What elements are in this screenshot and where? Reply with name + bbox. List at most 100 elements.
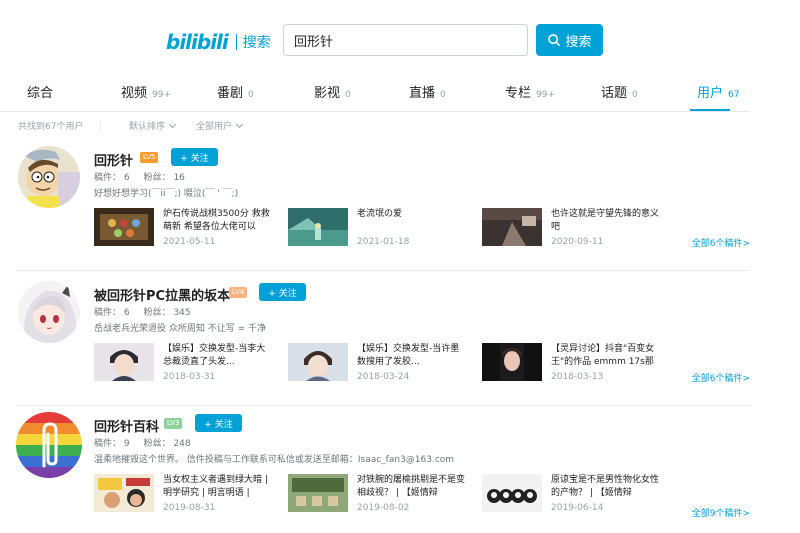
search-tabs: 综合 视频 99+ 番剧 0 影视 0 直播 0 专栏 99+ 话题 0 用户 67 [0,78,750,112]
video-thumbnail [482,343,542,381]
card-divider [16,270,750,271]
search-icon [548,34,561,47]
video-thumbnail [94,208,154,246]
tab-all[interactable]: 综合 [27,82,53,101]
follower-count: 粉丝： 16 [143,173,185,183]
video-title: 老流氓の爱 [357,209,403,219]
tab-label: 影视 [314,86,341,101]
video-date: 2018-03-13 [551,372,604,382]
video-title: 原谅宝是不是男性物化女性的产物？ | 【姬情辩 [551,475,660,498]
all-videos-link[interactable]: 全部9个稿件> [692,506,750,519]
tab-live[interactable]: 直播 0 [409,82,446,101]
sort-label: 默认排序 [129,122,166,132]
avatar[interactable] [16,412,82,478]
video-date: 2019-08-31 [163,503,216,513]
video-item[interactable]: 【娱乐】交换发型-当许墨数搜用了发胶... 2018-03-24 [288,343,468,383]
anime-man-thumbnail-icon [288,343,348,381]
video-date: 2019-08-02 [357,503,410,513]
tab-label: 番剧 [217,86,244,101]
tab-film[interactable]: 影视 0 [314,82,351,101]
video-item[interactable]: 炉石传说战棋3500分 救救萌新 希望各位大佬可以 2021-05-11 [94,208,274,248]
video-thumbnail [482,474,542,512]
video-item[interactable]: 也许这就是守望先锋的意义吧 2020-09-11 [482,208,662,248]
search-button[interactable]: 搜索 [536,24,603,56]
video-title: 【灵异讨论】抖音"百变女王"的作品 emmm 17s那 [551,344,655,367]
all-videos-link[interactable]: 全部6个稿件> [692,236,750,249]
hearthstone-thumbnail-icon [94,208,154,246]
chevron-down-icon [235,120,244,129]
video-item[interactable]: 【娱乐】交换发型-当李大总裁烫直了头发... 2018-03-31 [94,343,274,383]
tab-count: 99+ [152,90,172,100]
tab-user[interactable]: 用户 67 [697,82,739,101]
username[interactable]: 被回形针PC拉黑的坂本 [94,285,230,304]
user-stats: 稿件： 6 粉丝： 16 [94,170,185,183]
avatar[interactable] [18,146,80,208]
tab-topic[interactable]: 话题 0 [601,82,638,101]
user-type-dropdown[interactable]: 全部用户 [196,119,244,132]
sort-dropdown[interactable]: 默认排序 [129,119,177,132]
video-title: 炉石传说战棋3500分 救救萌新 希望各位大佬可以 [163,209,270,232]
overwatch-thumbnail-icon [482,208,542,246]
video-item[interactable]: 原谅宝是不是男性物化女性的产物？ | 【姬情辩 2019-06-14 [482,474,662,514]
active-tab-indicator [690,109,730,111]
follow-button[interactable]: + 关注 [171,148,218,166]
video-date: 2018-03-24 [357,372,410,382]
tab-count: 67 [728,90,740,100]
video-thumbnail [94,474,154,512]
user-type-label: 全部用户 [196,122,233,132]
tab-article[interactable]: 专栏 99+ [505,82,555,101]
video-date: 2019-06-14 [551,503,604,513]
search-input[interactable] [283,24,528,56]
user-signature: 温柔地摧毁这个世界。 信件投稿与工作联系可私信或发送至邮箱：Isaac_fan3… [94,455,455,465]
tab-label: 直播 [409,86,436,101]
dark-portrait-thumbnail-icon [482,343,542,381]
follow-button[interactable]: + 关注 [195,414,242,432]
username[interactable]: 回形针 [94,150,133,169]
tab-count: 0 [248,90,254,100]
video-title: 当女权主义者遇到绿大暗 | 明学研究 | 明言明语 | [163,475,268,498]
all-videos-link[interactable]: 全部6个稿件> [692,371,750,384]
video-date: 2020-09-11 [551,237,604,247]
user-card: 被回形针PC拉黑的坂本 LV4 + 关注 稿件： 6 粉丝： 345 岳战老兵光荣… [0,281,750,406]
card-divider [16,405,750,406]
search-button-label: 搜索 [565,34,592,50]
avatar[interactable] [18,281,80,343]
game-scene-thumbnail-icon [288,208,348,246]
user-signature: 好想好想学习(￣ii￣;) 啜泣(￣ ' ￣;) [94,189,239,199]
tab-count: 0 [440,90,446,100]
tab-label: 综合 [27,86,54,101]
video-thumbnail [94,343,154,381]
level-badge: LV5 [140,152,159,163]
video-title: 对铁腕的屠榆挑剔是不是变相歧视？ | 【姬情辩 [357,475,466,498]
video-item[interactable]: 对铁腕的屠榆挑剔是不是变相歧视？ | 【姬情辩 2019-08-02 [288,474,468,514]
tab-bangumi[interactable]: 番剧 0 [217,82,254,101]
cartoon-characters-thumbnail-icon [482,474,542,512]
cartoon-meeting-thumbnail-icon [94,474,154,512]
video-item[interactable]: 【灵异讨论】抖音"百变女王"的作品 emmm 17s那 2018-03-13 [482,343,662,383]
video-thumbnail [482,208,542,246]
video-count: 稿件： 6 [94,308,130,318]
user-card: 回形针百科 LV3 + 关注 稿件： 9 粉丝： 248 温柔地摧毁这个世界。 信… [0,412,750,533]
video-title: 【娱乐】交换发型-当李大总裁烫直了头发... [163,344,266,367]
filter-divider [100,121,101,131]
video-title: 也许这就是守望先锋的意义吧 [551,209,660,232]
level-badge: LV3 [164,418,183,429]
video-item[interactable]: 老流氓の爱 2021-01-18 [288,208,468,248]
bilibili-logo[interactable]: bilibili 搜索 [166,30,271,54]
video-date: 2018-03-31 [163,372,216,382]
video-date: 2021-01-18 [357,237,410,247]
video-item[interactable]: 当女权主义者遇到绿大暗 | 明学研究 | 明言明语 | 2019-08-31 [94,474,274,514]
logo-divider [235,34,237,50]
video-count: 稿件： 9 [94,439,130,449]
tab-count: 0 [632,90,638,100]
follow-button[interactable]: + 关注 [259,283,306,301]
user-signature: 岳战老兵光荣退役 众所周知 不让写 = 千净 [94,324,266,334]
tab-video[interactable]: 视频 99+ [121,82,171,101]
video-title: 【娱乐】交换发型-当许墨数搜用了发胶... [357,344,460,367]
tab-label: 话题 [601,86,628,101]
logo-wordmark: bilibili [166,30,229,54]
username[interactable]: 回形针百科 [94,416,159,435]
video-count: 稿件： 6 [94,173,130,183]
result-count: 共找到67个用户 [18,122,84,132]
level-badge: LV4 [229,287,248,298]
